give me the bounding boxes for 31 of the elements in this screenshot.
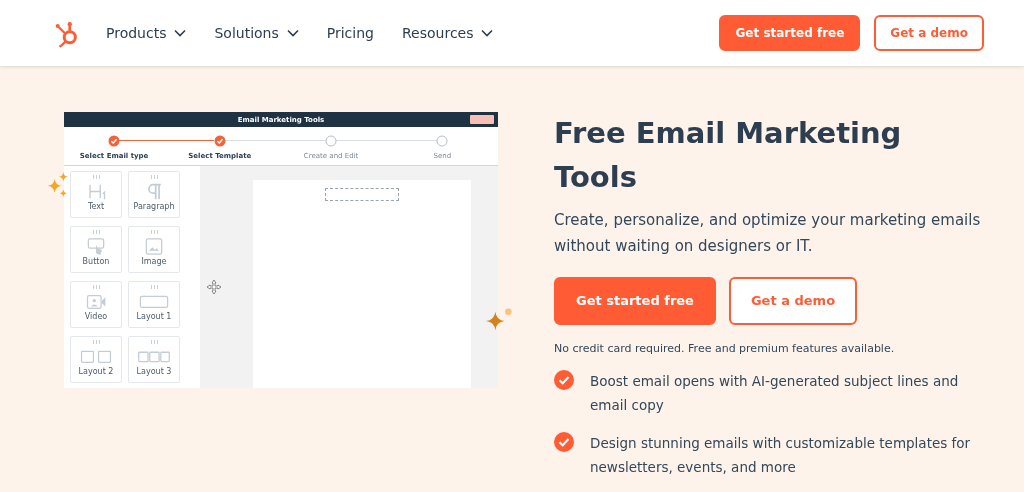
nav-menu-item[interactable]: Products [106, 25, 187, 41]
chevron-down-icon [481, 29, 494, 37]
block-label: Layout 3 [136, 367, 172, 376]
chevron-down-icon [174, 29, 187, 37]
drag-handle-icon [92, 285, 100, 289]
drag-handle-icon [150, 175, 158, 179]
block-label: Paragraph [133, 202, 175, 211]
block-label: Button [82, 257, 110, 266]
check-circle-icon [554, 369, 574, 390]
drag-handle-icon [150, 230, 158, 234]
drag-handle-icon [92, 340, 100, 344]
feature-text: Design stunning emails with customizable templates for newsletters, events, and more [590, 434, 972, 478]
disclaimer-text: No credit card required. Free and premium features available. [554, 341, 896, 355]
check-circle-icon [554, 432, 574, 453]
block-label: Text [87, 202, 105, 211]
hero-subtitle: Create, personalize, and optimize your marketing emails without waiting on designers or IT. [554, 210, 982, 258]
nav-menu-item[interactable]: Resources [402, 25, 494, 41]
nav-menu-item[interactable]: Solutions [214, 25, 299, 41]
drag-handle-icon [92, 175, 100, 179]
block-label: Layout 1 [136, 312, 172, 321]
move-cursor-icon [206, 279, 222, 295]
hero-heading: Free Email Marketing Tools [554, 115, 903, 196]
drag-handle-icon [92, 230, 100, 234]
drag-handle-icon [150, 340, 158, 344]
block-label: Video [84, 312, 108, 321]
chevron-down-icon [286, 29, 299, 37]
block-label: Image [141, 257, 167, 266]
block-label: Layout 2 [78, 367, 114, 376]
nav-menu-item[interactable]: Pricing [326, 25, 374, 41]
feature-text: Boost email opens with AI-generated subject lines and email copy [590, 371, 960, 415]
drag-handle-icon [150, 285, 158, 289]
